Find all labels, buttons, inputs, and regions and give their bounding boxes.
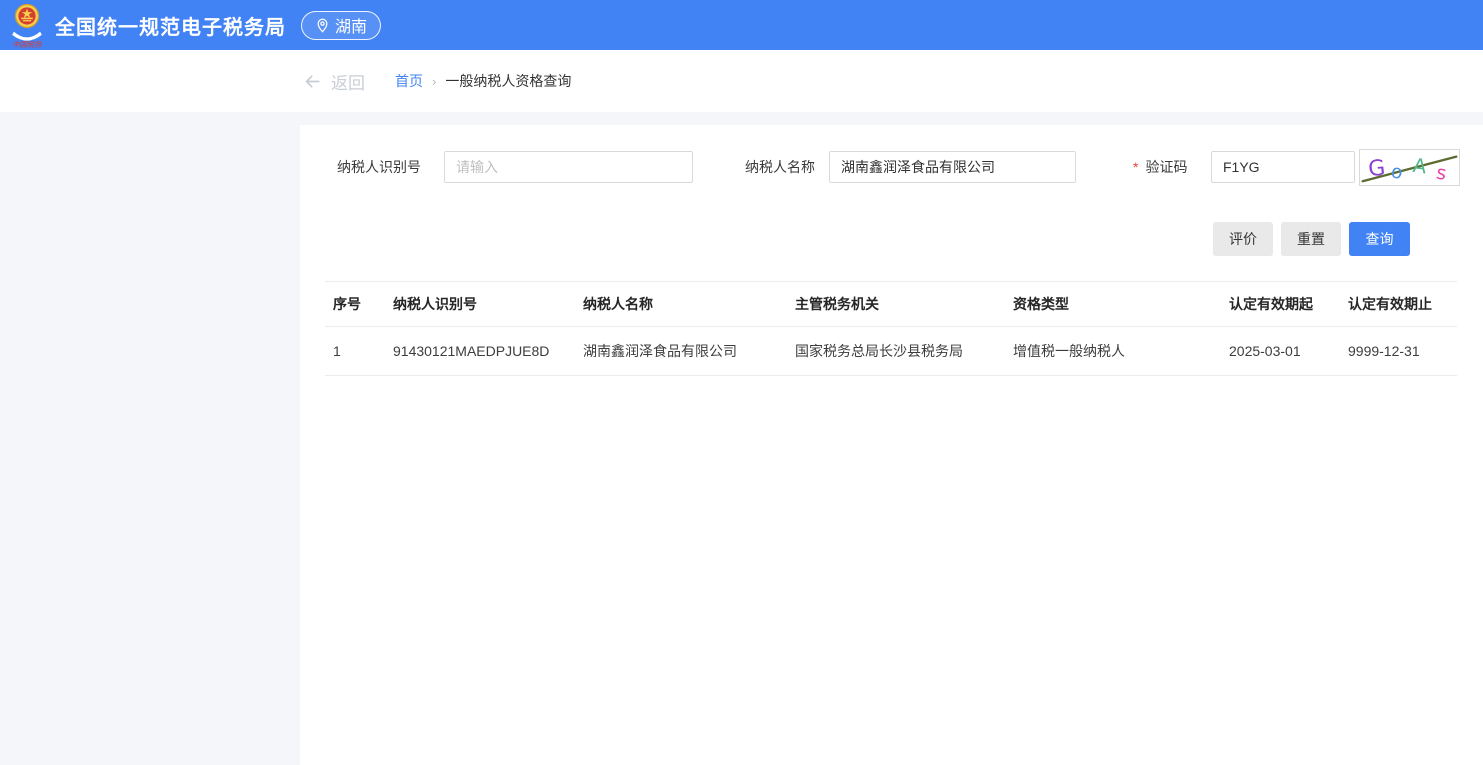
app-header: 中国税务 全国统一规范电子税务局 湖南 bbox=[0, 0, 1483, 50]
captcha-char-3: A bbox=[1412, 154, 1429, 179]
main-content-panel: 纳税人识别号 纳税人名称 * 验证码 G o A s 评价 重置 查询 bbox=[300, 125, 1483, 765]
breadcrumb: 首页 › 一般纳税人资格查询 bbox=[395, 71, 571, 91]
location-selector[interactable]: 湖南 bbox=[301, 11, 381, 40]
col-header-valid-from: 认定有效期起 bbox=[1221, 282, 1340, 327]
col-header-taxpayer-name: 纳税人名称 bbox=[575, 282, 787, 327]
captcha-label-text: 验证码 bbox=[1145, 159, 1187, 175]
cell-seq: 1 bbox=[325, 327, 385, 376]
captcha-glyphs: G o A s bbox=[1360, 150, 1459, 185]
page-title: 全国统一规范电子税务局 bbox=[55, 11, 286, 40]
tax-bureau-logo-icon: 中国税务 bbox=[7, 2, 47, 48]
col-header-qualification: 资格类型 bbox=[1005, 282, 1221, 327]
query-button[interactable]: 查询 bbox=[1349, 222, 1410, 256]
captcha-label: * 验证码 bbox=[1133, 151, 1187, 183]
taxpayer-name-input[interactable] bbox=[829, 151, 1076, 183]
breadcrumb-home[interactable]: 首页 bbox=[395, 71, 423, 91]
back-button[interactable]: 返回 bbox=[303, 69, 365, 94]
captcha-char-2: o bbox=[1389, 160, 1406, 184]
col-header-tax-authority: 主管税务机关 bbox=[787, 282, 1005, 327]
table-header-row: 序号 纳税人识别号 纳税人名称 主管税务机关 资格类型 认定有效期起 认定有效期… bbox=[325, 282, 1457, 327]
captcha-input[interactable] bbox=[1211, 151, 1355, 183]
page-background: 纳税人识别号 纳税人名称 * 验证码 G o A s 评价 重置 查询 bbox=[0, 112, 1483, 765]
cell-taxpayer-name: 湖南鑫润泽食品有限公司 bbox=[575, 327, 787, 376]
cell-valid-from: 2025-03-01 bbox=[1221, 327, 1340, 376]
table-row: 1 91430121MAEDPJUE8D 湖南鑫润泽食品有限公司 国家税务总局长… bbox=[325, 327, 1457, 376]
captcha-char-4: s bbox=[1435, 162, 1449, 185]
col-header-valid-to: 认定有效期止 bbox=[1340, 282, 1457, 327]
logo-caption: 中国税务 bbox=[12, 40, 42, 48]
breadcrumb-separator: › bbox=[432, 74, 436, 89]
location-pin-icon bbox=[315, 18, 330, 33]
reset-button[interactable]: 重置 bbox=[1281, 222, 1341, 256]
cell-qualification: 增值税一般纳税人 bbox=[1005, 327, 1221, 376]
cell-valid-to: 9999-12-31 bbox=[1340, 327, 1457, 376]
location-label: 湖南 bbox=[335, 13, 367, 37]
evaluate-button[interactable]: 评价 bbox=[1213, 222, 1273, 256]
back-arrow-icon bbox=[303, 72, 322, 91]
cell-tax-authority: 国家税务总局长沙县税务局 bbox=[787, 327, 1005, 376]
col-header-seq: 序号 bbox=[325, 282, 385, 327]
captcha-image[interactable]: G o A s bbox=[1359, 149, 1460, 186]
required-asterisk: * bbox=[1133, 159, 1138, 175]
breadcrumb-current: 一般纳税人资格查询 bbox=[445, 71, 571, 91]
taxpayer-id-label: 纳税人识别号 bbox=[337, 151, 421, 183]
taxpayer-name-label: 纳税人名称 bbox=[745, 151, 815, 183]
col-header-taxpayer-id: 纳税人识别号 bbox=[385, 282, 575, 327]
captcha-char-1: G bbox=[1367, 156, 1386, 183]
cell-taxpayer-id: 91430121MAEDPJUE8D bbox=[385, 327, 575, 376]
taxpayer-id-input[interactable] bbox=[444, 151, 693, 183]
back-label: 返回 bbox=[331, 69, 365, 94]
result-table: 序号 纳税人识别号 纳税人名称 主管税务机关 资格类型 认定有效期起 认定有效期… bbox=[325, 281, 1457, 376]
breadcrumb-bar: 返回 首页 › 一般纳税人资格查询 bbox=[0, 50, 1483, 112]
